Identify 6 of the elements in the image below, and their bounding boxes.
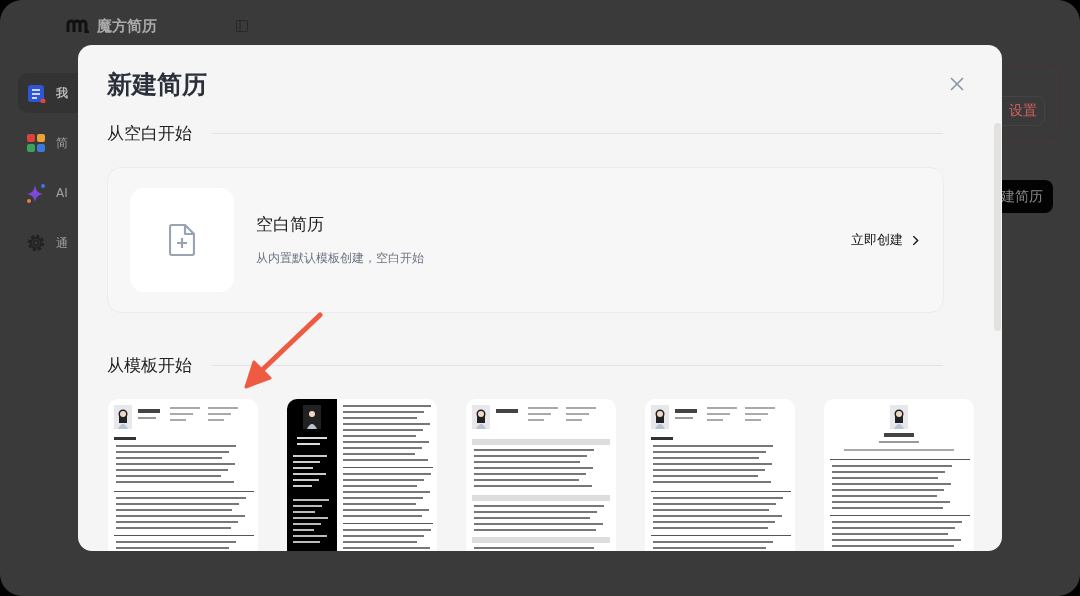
card-title: 空白简历 [256, 213, 325, 236]
section-heading: 从模板开始 [107, 353, 192, 377]
section-heading: 从空白开始 [107, 121, 192, 145]
logo-text: 魔方简历 [97, 16, 157, 36]
card-subtitle: 从内置默认模板创建，空白开始 [256, 250, 425, 267]
dialog-title: 新建简历 [107, 68, 207, 101]
